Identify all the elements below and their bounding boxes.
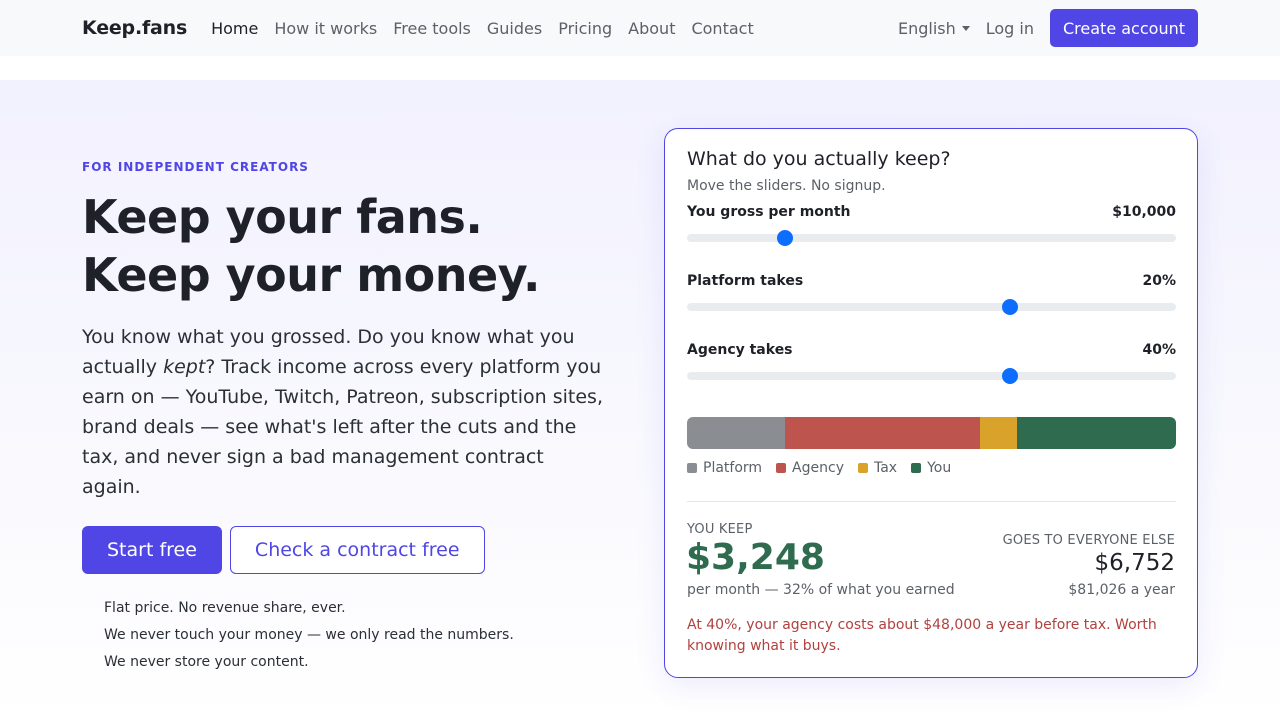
slider-track[interactable] <box>687 299 1176 315</box>
gross-slider: You gross per month $10,000 <box>687 204 1176 246</box>
everyone-else-yearly: $81,026 a year <box>1068 582 1175 598</box>
calculator-card: What do you actually keep? Move the slid… <box>664 128 1198 678</box>
brand-logo[interactable]: Keep.fans <box>82 17 187 39</box>
you-keep-label: YOU KEEP <box>687 522 753 537</box>
hero-lead: You know what you grossed. Do you know w… <box>82 322 607 502</box>
slider-label: Platform takes <box>687 273 804 289</box>
platform-slider: Platform takes 20% <box>687 273 1176 315</box>
language-dropdown[interactable]: English <box>898 19 970 38</box>
nav-links: Home How it works Free tools Guides Pric… <box>211 19 770 38</box>
slider-track[interactable] <box>687 368 1176 384</box>
nav-link-guides[interactable]: Guides <box>487 19 542 38</box>
legend-swatch <box>776 463 787 473</box>
legend-swatch <box>911 463 922 473</box>
headline-line-1: Keep your fans. <box>82 190 483 244</box>
card-divider <box>687 501 1176 502</box>
split-legend: Platform Agency Tax You <box>687 460 965 476</box>
assurance-item: We never touch your money — we only read… <box>104 627 514 643</box>
cta-row: Start free Check a contract free <box>82 526 622 574</box>
assurance-item: Flat price. No revenue share, ever. <box>104 600 346 616</box>
you-keep-note: per month — 32% of what you earned <box>687 582 955 598</box>
start-free-button[interactable]: Start free <box>82 526 222 574</box>
legend-item-you: You <box>911 460 951 476</box>
legend-item-tax: Tax <box>857 460 898 476</box>
nav-link-contact[interactable]: Contact <box>691 19 753 38</box>
legend-item-platform: Platform <box>687 460 762 476</box>
split-segment-tax <box>980 417 1018 449</box>
headline-line-2: Keep your money. <box>82 248 540 302</box>
legend-swatch <box>857 463 868 473</box>
slider-head: You gross per month $10,000 <box>687 204 1176 220</box>
slider-thumb[interactable] <box>1001 368 1018 384</box>
slider-label: You gross per month <box>687 204 851 220</box>
income-split-bar <box>687 417 1176 449</box>
everyone-else-label: GOES TO EVERYONE ELSE <box>1002 533 1175 548</box>
agency-slider: Agency takes 40% <box>687 342 1176 384</box>
legend-label: You <box>927 460 952 476</box>
nav-right: English Log in Create account <box>898 9 1198 47</box>
lead-emphasis: kept <box>163 356 206 378</box>
nav-link-about[interactable]: About <box>628 19 675 38</box>
legend-label: Platform <box>703 460 763 476</box>
slider-track[interactable] <box>687 230 1176 246</box>
navbar-container: Keep.fans Home How it works Free tools G… <box>82 0 1198 56</box>
slider-label: Agency takes <box>687 342 793 358</box>
hero-eyebrow: FOR INDEPENDENT CREATORS <box>82 160 309 174</box>
slider-value: 40% <box>1142 342 1176 358</box>
caret-down-icon <box>961 25 970 31</box>
nav-link-how-it-works[interactable]: How it works <box>274 19 377 38</box>
login-link[interactable]: Log in <box>986 19 1034 38</box>
slider-thumb[interactable] <box>1001 299 1018 315</box>
you-keep-amount: $3,248 <box>686 537 825 578</box>
check-contract-button[interactable]: Check a contract free <box>229 526 485 574</box>
hero-headline: Keep your fans. Keep your money. <box>82 188 622 304</box>
nav-link-pricing[interactable]: Pricing <box>558 19 612 38</box>
everyone-else-amount: $6,752 <box>1094 550 1175 576</box>
assurance-item: We never store your content. <box>104 654 309 670</box>
split-segment-you <box>1017 417 1176 449</box>
calculator-title: What do you actually keep? <box>687 148 951 170</box>
legend-label: Tax <box>873 460 898 476</box>
agency-cost-warning: At 40%, your agency costs about $48,000 … <box>687 617 1157 654</box>
calculator-subtitle: Move the sliders. No signup. <box>687 178 886 194</box>
slider-head: Platform takes 20% <box>687 273 1176 289</box>
language-label: English <box>897 18 956 38</box>
top-navbar: Keep.fans Home How it works Free tools G… <box>0 0 1280 56</box>
nav-link-free-tools[interactable]: Free tools <box>393 19 471 38</box>
legend-label: Agency <box>792 460 844 476</box>
slider-head: Agency takes 40% <box>687 342 1176 358</box>
slider-thumb[interactable] <box>776 230 793 246</box>
nav-link-home[interactable]: Home <box>211 19 258 38</box>
legend-item-agency: Agency <box>776 460 844 476</box>
create-account-button[interactable]: Create account <box>1050 9 1198 47</box>
split-segment-agency <box>784 417 981 449</box>
assurance-list: Flat price. No revenue share, ever. We n… <box>82 598 622 679</box>
slider-value: $10,000 <box>1112 204 1176 220</box>
hero-copy: FOR INDEPENDENT CREATORS Keep your fans.… <box>82 160 622 679</box>
slider-value: 20% <box>1142 273 1176 289</box>
legend-swatch <box>687 463 697 473</box>
split-segment-platform <box>687 417 785 449</box>
